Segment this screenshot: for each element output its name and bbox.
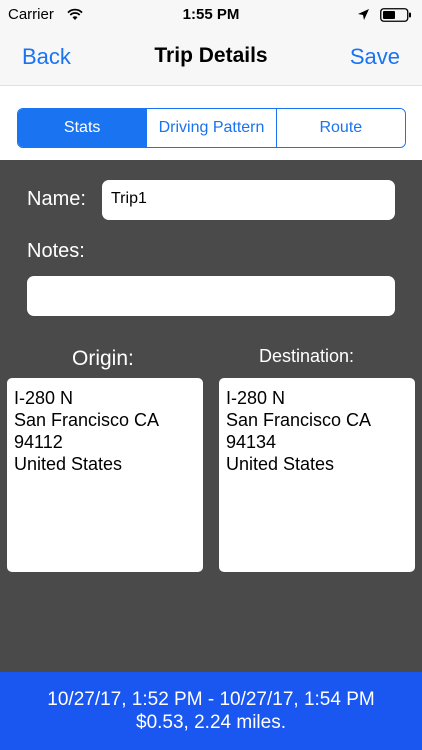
name-field[interactable]: Trip1	[102, 180, 395, 220]
origin-address-line: 94112	[14, 432, 63, 452]
trip-time-range: 10/27/17, 1:52 PM - 10/27/17, 1:54 PM	[47, 689, 375, 710]
origin-address-line: United States	[14, 454, 123, 474]
battery-icon	[380, 8, 411, 22]
destination-address-line: United States	[226, 454, 335, 474]
tab-driving-pattern[interactable]: Driving Pattern	[146, 109, 276, 147]
origin-label: Origin:	[72, 347, 134, 370]
tab-bar-container: Stats Driving Pattern Route	[0, 86, 422, 160]
tab-stats[interactable]: Stats	[18, 109, 147, 147]
origin-address-line: San Francisco CA	[14, 410, 160, 430]
destination-address-line: 94134	[226, 432, 277, 452]
origin-address-box[interactable]: I-280 N San Francisco CA 94112 United St…	[7, 378, 203, 572]
destination-address-line: I-280 N	[226, 388, 286, 408]
trip-stats-panel: Name: Trip1 Notes: Origin: Destination: …	[0, 160, 422, 672]
trip-cost-distance: $0.53, 2.24 miles.	[136, 712, 286, 733]
tab-route[interactable]: Route	[275, 109, 405, 147]
location-arrow-icon	[358, 9, 369, 20]
destination-address-box[interactable]: I-280 N San Francisco CA 94134 United St…	[219, 378, 415, 572]
origin-address-line: I-280 N	[14, 388, 74, 408]
segmented-control: Stats Driving Pattern Route	[17, 108, 406, 148]
status-bar: Carrier 1:55 PM	[0, 0, 422, 30]
notes-field[interactable]	[27, 276, 395, 316]
save-button[interactable]: Save	[350, 44, 400, 70]
trip-summary-bar: 10/27/17, 1:52 PM - 10/27/17, 1:54 PM $0…	[0, 672, 422, 750]
name-label: Name:	[27, 188, 86, 210]
destination-label: Destination:	[259, 346, 355, 366]
destination-address-line: San Francisco CA	[226, 410, 372, 430]
notes-label: Notes:	[27, 240, 85, 262]
navigation-bar: Back Trip Details Save	[0, 30, 422, 86]
